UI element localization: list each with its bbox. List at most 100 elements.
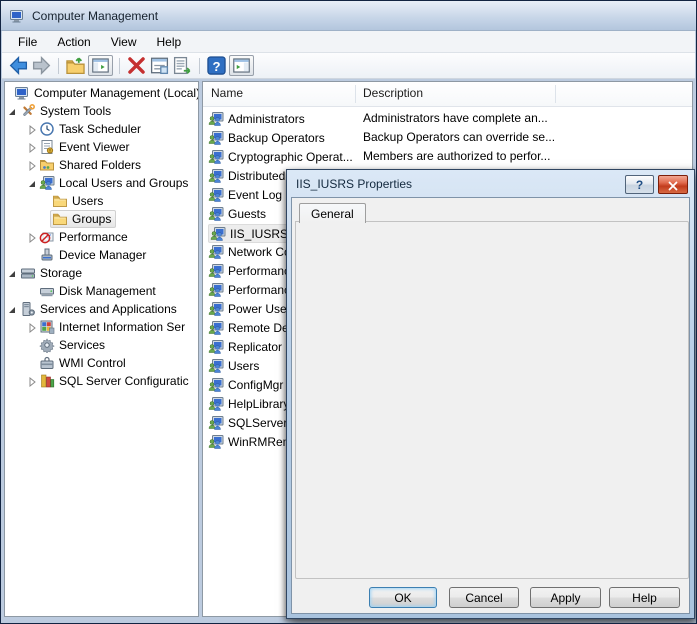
help-icon[interactable]: ? (206, 55, 227, 76)
apply-button[interactable]: Apply (530, 587, 601, 608)
group-name: Replicator (228, 340, 282, 354)
tree-item-services[interactable]: Services (5, 336, 198, 354)
list-row-name-cell: IIS_IUSRS (208, 224, 292, 243)
users-group-icon (39, 175, 55, 191)
collapsed-arrow-icon[interactable] (27, 142, 37, 152)
column-separator[interactable] (355, 85, 356, 103)
group-icon (208, 415, 224, 431)
menu-view[interactable]: View (101, 32, 147, 52)
group-icon (208, 206, 224, 222)
collapsed-arrow-icon[interactable] (27, 376, 37, 386)
tree-item-label: Storage (40, 266, 82, 280)
properties-icon[interactable] (149, 55, 170, 76)
back-icon[interactable] (8, 55, 29, 76)
tree-item-groups[interactable]: Groups (5, 210, 198, 228)
tree-item-content: WMI Control (39, 354, 126, 372)
expanded-arrow-icon[interactable] (7, 304, 17, 314)
folder-icon (52, 211, 68, 227)
tree-item-content: Groups (50, 210, 116, 228)
computer-icon (14, 85, 30, 101)
group-name: Administrators (228, 112, 305, 126)
help-button[interactable]: Help (609, 587, 680, 608)
console-tree-panel: Computer Management (Local)System ToolsT… (4, 81, 199, 617)
collapsed-arrow-icon[interactable] (27, 232, 37, 242)
tree-item-services-and-applications[interactable]: Services and Applications (5, 300, 198, 318)
toolbar-separator (58, 58, 59, 74)
tree-item-disk-management[interactable]: Disk Management (5, 282, 198, 300)
group-name: Cryptographic Operat... (228, 150, 353, 164)
list-row-name-cell: Users (208, 356, 259, 375)
group-description: Members are authorized to perfor... (363, 147, 550, 166)
forward-icon[interactable] (31, 55, 52, 76)
tree-item-label: Local Users and Groups (59, 176, 188, 190)
tree-item-content: System Tools (20, 102, 111, 120)
close-icon[interactable] (658, 175, 688, 194)
group-icon (208, 339, 224, 355)
tree-item-content: Internet Information Ser (39, 318, 185, 336)
list-row-name-cell: Power Users (208, 299, 297, 318)
menu-file[interactable]: File (8, 32, 47, 52)
cancel-button[interactable]: Cancel (449, 587, 519, 608)
group-icon (208, 168, 224, 184)
sql-icon (39, 373, 55, 389)
tree-item-label: WMI Control (59, 356, 126, 370)
column-header-name[interactable]: Name (211, 86, 243, 100)
tree-item-device-manager[interactable]: Device Manager (5, 246, 198, 264)
tab-general[interactable]: General (299, 203, 366, 223)
menu-help[interactable]: Help (147, 32, 192, 52)
iis-icon (39, 319, 55, 335)
tree-item-content: Disk Management (39, 282, 156, 300)
group-icon (208, 187, 224, 203)
tree-item-storage[interactable]: Storage (5, 264, 198, 282)
tree-item-label: SQL Server Configuratic (59, 374, 189, 388)
tree-item-label: Users (72, 194, 103, 208)
tree-item-content: SQL Server Configuratic (39, 372, 189, 390)
up-folder-icon[interactable] (65, 55, 86, 76)
tree-item-local-users-and-groups[interactable]: Local Users and Groups (5, 174, 198, 192)
storage-icon (20, 265, 36, 281)
delete-icon[interactable] (126, 55, 147, 76)
tree-item-sql-server-configuratic[interactable]: SQL Server Configuratic (5, 372, 198, 390)
ok-button[interactable]: OK (369, 587, 437, 608)
window-icon (9, 8, 25, 24)
collapsed-arrow-icon[interactable] (27, 322, 37, 332)
group-name: Users (228, 359, 259, 373)
column-header-description[interactable]: Description (363, 86, 423, 100)
tree-item-shared-folders[interactable]: Shared Folders (5, 156, 198, 174)
tree-item-content: Device Manager (39, 246, 146, 264)
console-tree-icon[interactable] (88, 55, 113, 76)
collapsed-arrow-icon[interactable] (27, 160, 37, 170)
expanded-arrow-icon[interactable] (7, 106, 17, 116)
tree-item-event-viewer[interactable]: Event Viewer (5, 138, 198, 156)
group-icon (208, 130, 224, 146)
list-row-backup-operators[interactable]: Backup OperatorsBackup Operators can ove… (203, 128, 692, 147)
column-separator[interactable] (555, 85, 556, 103)
menu-bar: FileActionViewHelp (2, 31, 695, 53)
list-row-cryptographic-operat-[interactable]: Cryptographic Operat... Members are autho… (203, 147, 692, 166)
action-pane-icon[interactable] (229, 55, 254, 76)
menu-action[interactable]: Action (47, 32, 100, 52)
collapsed-arrow-icon[interactable] (27, 124, 37, 134)
list-row-administrators[interactable]: AdministratorsAdministrators have comple… (203, 109, 692, 128)
tree-item-label: Services and Applications (40, 302, 177, 316)
tree-item-performance[interactable]: Performance (5, 228, 198, 246)
gear-icon (39, 337, 55, 353)
iis-iusrs-properties-dialog: IIS_IUSRS Properties ? General IIS_IUSRS… (286, 169, 695, 619)
group-name: Guests (228, 207, 266, 221)
tree-item-users[interactable]: Users (5, 192, 198, 210)
expanded-arrow-icon[interactable] (27, 178, 37, 188)
svg-text:?: ? (212, 59, 220, 74)
group-icon (208, 358, 224, 374)
tree-item-wmi-control[interactable]: WMI Control (5, 354, 198, 372)
tree-item-computer-management-local-[interactable]: Computer Management (Local) (5, 84, 198, 102)
group-name: Backup Operators (228, 131, 325, 145)
export-list-icon[interactable] (172, 55, 193, 76)
tree-item-content: Local Users and Groups (39, 174, 188, 192)
tree-item-internet-information-ser[interactable]: Internet Information Ser (5, 318, 198, 336)
tree-item-content: Storage (20, 264, 82, 282)
tree-item-task-scheduler[interactable]: Task Scheduler (5, 120, 198, 138)
tab-page (295, 221, 689, 579)
dialog-help-button[interactable]: ? (625, 175, 654, 194)
expanded-arrow-icon[interactable] (7, 268, 17, 278)
tree-item-system-tools[interactable]: System Tools (5, 102, 198, 120)
